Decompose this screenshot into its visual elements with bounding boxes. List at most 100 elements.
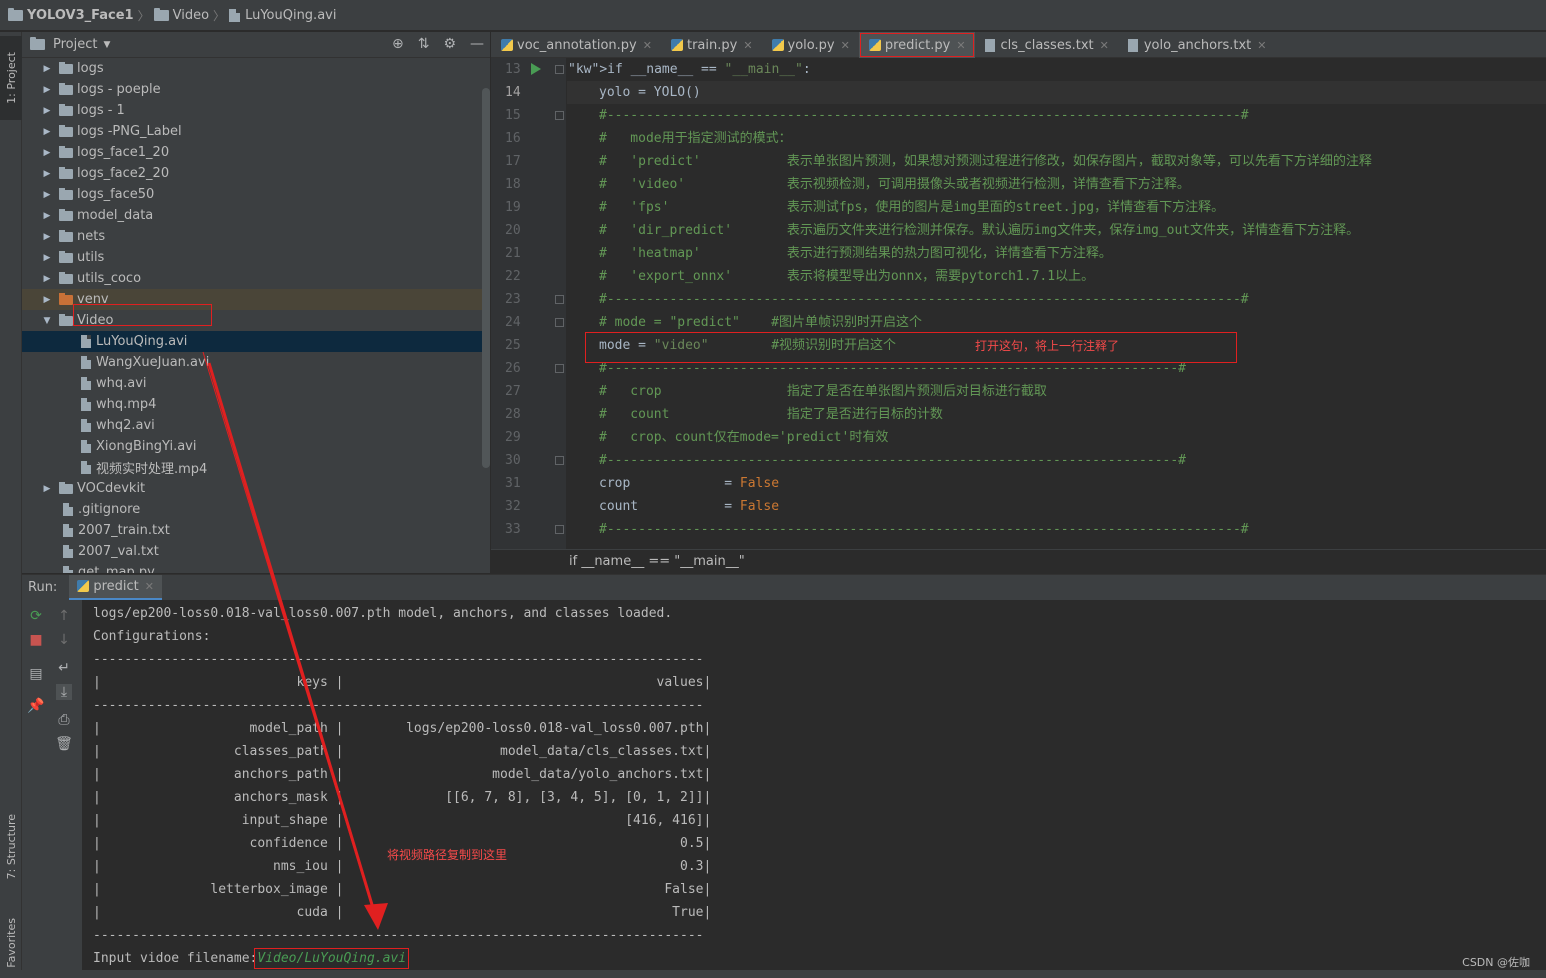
tree-item[interactable]: 2007_val.txt	[22, 541, 484, 562]
code-line[interactable]: # 'export_onnx' 表示将模型导出为onnx，需要pytorch1.…	[567, 265, 1546, 288]
stop-icon[interactable]: ■	[28, 632, 44, 648]
chevron-right-icon[interactable]: ▶	[40, 253, 54, 263]
tree-item[interactable]: ▶ VOCdevkit	[22, 478, 484, 499]
tree-item[interactable]: ▶ model_data	[22, 205, 484, 226]
code-line[interactable]: #---------------------------------------…	[567, 449, 1546, 472]
close-icon[interactable]: ✕	[1100, 39, 1109, 52]
chevron-right-icon[interactable]: ▶	[40, 148, 54, 158]
tree-item[interactable]: whq2.avi	[22, 415, 484, 436]
chevron-right-icon[interactable]: ▶	[40, 64, 54, 74]
code-line[interactable]: # mode = "predict" #图片单帧识别时开启这个	[567, 311, 1546, 334]
fold-icon[interactable]	[555, 295, 564, 304]
chevron-right-icon[interactable]: ▶	[40, 211, 54, 221]
code-line[interactable]: # count 指定了是否进行目标的计数	[567, 403, 1546, 426]
project-view-selector[interactable]: Project	[53, 37, 97, 52]
tree-item[interactable]: 2007_train.txt	[22, 520, 484, 541]
code-line[interactable]: "kw">if __name__ == "__main__":	[567, 58, 1546, 81]
chevron-right-icon[interactable]: ▶	[40, 190, 54, 200]
fold-icon[interactable]	[555, 364, 564, 373]
layout-icon[interactable]: ▤	[28, 666, 44, 682]
tree-item[interactable]: ▶ logs - poeple	[22, 79, 484, 100]
code-line[interactable]: # crop、count仅在mode='predict'时有效	[567, 426, 1546, 449]
arrow-down-icon[interactable]: ↓	[56, 632, 72, 648]
chevron-right-icon[interactable]: ▶	[40, 274, 54, 284]
code-line[interactable]: # 'heatmap' 表示进行预测结果的热力图可视化，详情查看下方注释。	[567, 242, 1546, 265]
editor-tab[interactable]: predict.py ✕	[858, 32, 975, 58]
trash-icon[interactable]: 🗑	[55, 736, 73, 752]
run-console[interactable]: logs/ep200-loss0.018-val_loss0.007.pth m…	[82, 600, 1546, 970]
breadcrumb-folder[interactable]: Video	[153, 7, 209, 23]
minimize-icon[interactable]: —	[470, 36, 484, 52]
chevron-right-icon[interactable]: ▶	[40, 85, 54, 95]
code-line[interactable]: # 'predict' 表示单张图片预测，如果想对预测过程进行修改，如保存图片，…	[567, 150, 1546, 173]
tree-item[interactable]: get_map.py	[22, 562, 484, 573]
print-icon[interactable]: ⎙	[56, 712, 72, 728]
rerun-icon[interactable]: ⟳	[28, 608, 44, 624]
fold-icon[interactable]	[555, 111, 564, 120]
tree-item[interactable]: 视频实时处理.mp4	[22, 457, 484, 478]
collapse-icon[interactable]: ⇅	[418, 36, 430, 52]
tree-item[interactable]: .gitignore	[22, 499, 484, 520]
code-line[interactable]: # 'fps' 表示测试fps，使用的图片是img里面的street.jpg，详…	[567, 196, 1546, 219]
fold-icon[interactable]	[555, 65, 564, 74]
scroll-to-end-icon[interactable]: ⤓	[56, 684, 72, 700]
console-input-line[interactable]: Input vidoe filename:Video/LuYouQing.avi	[93, 947, 410, 970]
filename-input[interactable]: Video/LuYouQing.avi	[254, 948, 410, 969]
tool-tab-project[interactable]: 1: Project	[0, 36, 22, 120]
chevron-right-icon[interactable]: ▶	[40, 295, 54, 305]
tree-item[interactable]: XiongBingYi.avi	[22, 436, 484, 457]
locate-icon[interactable]: ⊕	[392, 36, 404, 52]
run-tab-predict[interactable]: predict ✕	[69, 574, 162, 601]
code-line[interactable]: # 'dir_predict' 表示遍历文件夹进行检测并保存。默认遍历img文件…	[567, 219, 1546, 242]
chevron-right-icon[interactable]: ▶	[40, 484, 54, 494]
fold-icon[interactable]	[555, 525, 564, 534]
close-icon[interactable]: ✕	[145, 580, 154, 593]
gear-icon[interactable]: ⚙	[443, 36, 456, 52]
editor-tab[interactable]: yolo.py ✕	[762, 32, 859, 58]
project-scrollbar[interactable]	[482, 88, 490, 468]
tree-item[interactable]: ▶ logs_face2_20	[22, 163, 484, 184]
code-line[interactable]: yolo = YOLO()	[567, 81, 1546, 104]
close-icon[interactable]: ✕	[643, 39, 652, 52]
pin-icon[interactable]: 📌	[27, 698, 44, 714]
breadcrumb-file[interactable]: LuYouQing.avi	[229, 8, 336, 23]
close-icon[interactable]: ✕	[956, 39, 965, 52]
fold-icon[interactable]	[555, 318, 564, 327]
code-line[interactable]: #---------------------------------------…	[567, 288, 1546, 311]
editor-tab[interactable]: voc_annotation.py ✕	[491, 32, 661, 58]
tree-item[interactable]: ▶ logs - 1	[22, 100, 484, 121]
tree-item[interactable]: ▶ logs_face50	[22, 184, 484, 205]
run-gutter-icon[interactable]	[531, 63, 541, 75]
close-icon[interactable]: ✕	[743, 39, 752, 52]
close-icon[interactable]: ✕	[841, 39, 850, 52]
tree-item[interactable]: ▶ utils_coco	[22, 268, 484, 289]
code-line[interactable]: # crop 指定了是否在单张图片预测后对目标进行截取	[567, 380, 1546, 403]
code-line[interactable]: crop = False	[567, 472, 1546, 495]
editor-tab[interactable]: train.py ✕	[661, 32, 762, 58]
tool-tab-favorites[interactable]: 2: Favorites	[0, 902, 22, 978]
tree-item[interactable]: ▶ utils	[22, 247, 484, 268]
fold-icon[interactable]	[555, 456, 564, 465]
chevron-right-icon[interactable]: ▶	[40, 169, 54, 179]
tree-item[interactable]: WangXueJuan.avi	[22, 352, 484, 373]
tree-item[interactable]: whq.mp4	[22, 394, 484, 415]
chevron-right-icon[interactable]: ▶	[40, 127, 54, 137]
tree-item[interactable]: ▶ logs	[22, 58, 484, 79]
soft-wrap-icon[interactable]: ↵	[56, 660, 72, 676]
arrow-up-icon[interactable]: ↑	[56, 608, 72, 624]
tree-item[interactable]: whq.avi	[22, 373, 484, 394]
editor-tab[interactable]: cls_classes.txt ✕	[975, 32, 1118, 58]
breadcrumb-project[interactable]: YOLOV3_Face1	[8, 7, 134, 23]
tree-item[interactable]: ▶ nets	[22, 226, 484, 247]
tool-tab-structure[interactable]: 7: Structure	[0, 802, 22, 892]
tree-item[interactable]: LuYouQing.avi	[22, 331, 484, 352]
chevron-down-icon[interactable]: ▼	[103, 40, 110, 50]
editor-tab[interactable]: yolo_anchors.txt ✕	[1118, 32, 1276, 58]
chevron-down-icon[interactable]: ▼	[40, 316, 54, 326]
code-line[interactable]: count = False	[567, 495, 1546, 518]
code-editor[interactable]: 13 14 15 16 17 18 19 20 21 22 23 24 25 26 27 28 29 30 31 32…	[491, 58, 1546, 549]
chevron-right-icon[interactable]: ▶	[40, 232, 54, 242]
editor-breadcrumb[interactable]: if __name__ == "__main__"	[491, 549, 1546, 573]
close-icon[interactable]: ✕	[1257, 39, 1266, 52]
tree-item[interactable]: ▶ logs -PNG_Label	[22, 121, 484, 142]
